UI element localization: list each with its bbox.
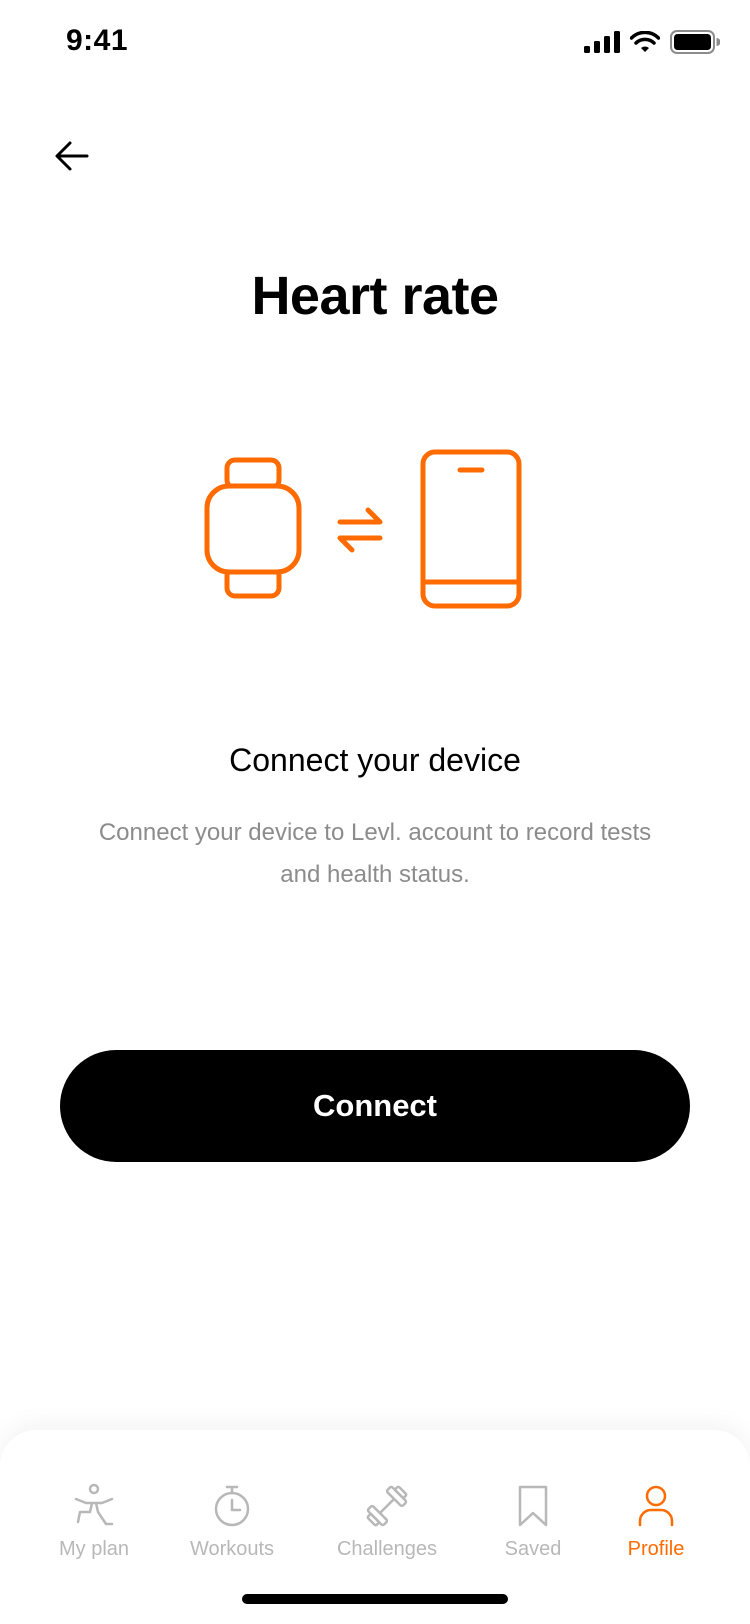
wifi-icon — [630, 31, 660, 52]
swap-arrows-icon — [337, 507, 383, 553]
bookmark-icon — [518, 1485, 548, 1527]
home-indicator — [242, 1594, 508, 1604]
stopwatch-icon — [214, 1485, 250, 1527]
back-button[interactable] — [48, 132, 96, 180]
device-illustration — [200, 448, 550, 628]
tab-label: Workouts — [189, 1538, 275, 1560]
tab-label: Saved — [504, 1538, 562, 1560]
tab-label: My plan — [58, 1538, 130, 1560]
page-title: Heart rate — [251, 266, 499, 326]
smartwatch-icon — [204, 457, 302, 599]
tab-profile[interactable]: Profile — [586, 1482, 726, 1578]
person-icon — [638, 1485, 674, 1527]
tab-workouts[interactable]: Workouts — [162, 1482, 302, 1578]
tab-saved[interactable]: Saved — [463, 1482, 603, 1578]
connect-button[interactable]: Connect — [60, 1050, 690, 1162]
tab-my-plan[interactable]: My plan — [24, 1482, 164, 1578]
connect-heading: Connect your device — [229, 742, 521, 778]
tab-label: Profile — [627, 1538, 685, 1560]
status-icons — [584, 30, 720, 54]
connect-description: Connect your device to Levl. account to … — [98, 819, 652, 888]
dumbbell-icon — [366, 1485, 408, 1527]
status-time: 9:41 — [66, 24, 129, 57]
tab-challenges[interactable]: Challenges — [317, 1482, 457, 1578]
arrow-left-icon — [55, 141, 89, 171]
tab-label: Challenges — [336, 1538, 438, 1560]
battery-icon — [670, 30, 720, 54]
smartphone-icon — [420, 449, 522, 609]
yoga-person-icon — [74, 1483, 114, 1526]
cellular-signal-icon — [584, 31, 620, 53]
status-bar: 9:41 — [0, 0, 750, 90]
